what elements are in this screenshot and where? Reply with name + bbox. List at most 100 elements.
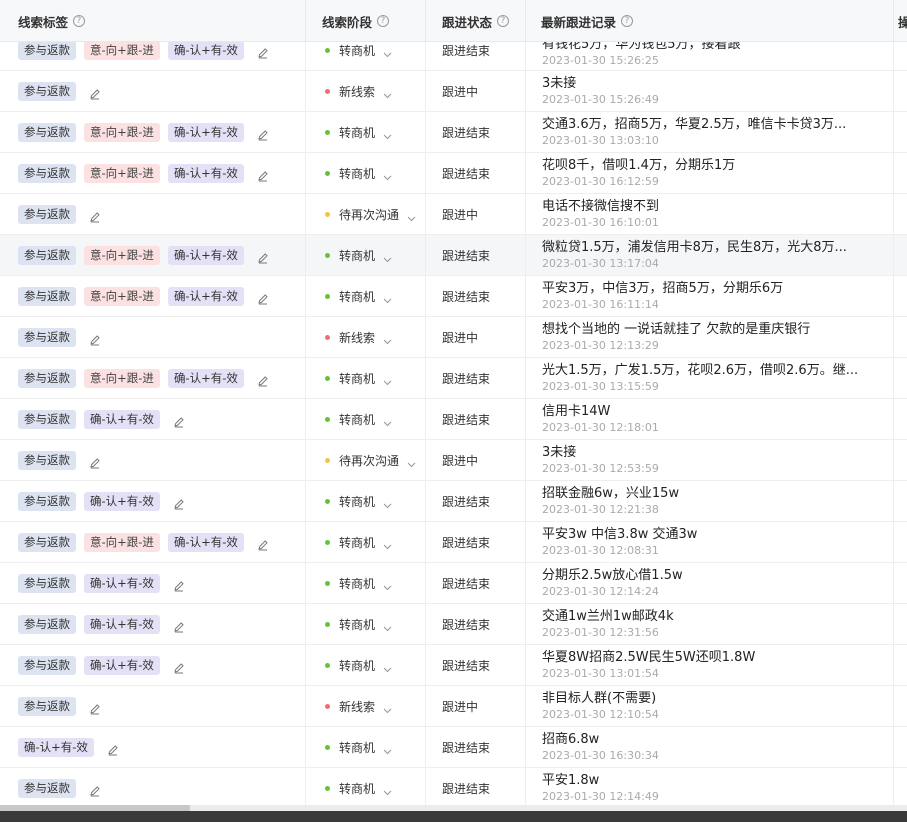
- chevron-down-icon[interactable]: [383, 252, 392, 263]
- lead-stage-select[interactable]: 转商机: [325, 768, 392, 808]
- edit-icon[interactable]: [173, 495, 185, 510]
- lead-stage-select[interactable]: 转商机: [325, 358, 392, 398]
- chevron-down-icon[interactable]: [383, 580, 392, 591]
- edit-icon[interactable]: [89, 85, 101, 100]
- lead-stage-select[interactable]: 转商机: [325, 153, 392, 193]
- latest-record-cell[interactable]: 招联金融6w，兴业15w 2023-01-30 12:21:38: [542, 485, 887, 517]
- table-row[interactable]: 参与返款 确-认+有-效 转商机 跟进结束 招联金融6w，兴业15w 2023-0…: [0, 481, 907, 522]
- lead-stage-select[interactable]: 转商机: [325, 645, 392, 685]
- edit-icon[interactable]: [173, 659, 185, 674]
- latest-record-cell[interactable]: 3未接 2023-01-30 12:53:59: [542, 444, 887, 476]
- chevron-down-icon[interactable]: [383, 785, 392, 796]
- table-row[interactable]: 参与返款 意-向+跟-进 确-认+有-效 转商机 跟进结束 花呗8千，借呗1.4万，…: [0, 153, 907, 194]
- latest-record-cell[interactable]: 华夏8W招商2.5W民生5W还呗1.8W 2023-01-30 13:01:54: [542, 649, 887, 681]
- latest-record-cell[interactable]: 3未接 2023-01-30 15:26:49: [542, 75, 887, 107]
- table-row[interactable]: 参与返款 意-向+跟-进 确-认+有-效 转商机 跟进结束 交通3.6万，招商5万，…: [0, 112, 907, 153]
- horizontal-scrollbar-thumb[interactable]: [0, 805, 190, 811]
- chevron-down-icon[interactable]: [383, 416, 392, 427]
- latest-record-cell[interactable]: 分期乐2.5w放心借1.5w 2023-01-30 12:14:24: [542, 567, 887, 599]
- lead-stage-select[interactable]: 新线索: [325, 317, 392, 357]
- chevron-down-icon[interactable]: [383, 498, 392, 509]
- table-row[interactable]: 参与返款 待再次沟通 跟进中 电话不接微信搜不到 2023-01-30 16:1…: [0, 194, 907, 235]
- col-header-lead-stage[interactable]: 线索阶段 ?: [322, 0, 390, 42]
- latest-record-cell[interactable]: 平安3万，中信3万，招商5万，分期乐6万 2023-01-30 16:11:14: [542, 280, 887, 312]
- lead-stage-select[interactable]: 转商机: [325, 727, 392, 767]
- lead-stage-select[interactable]: 转商机: [325, 42, 392, 64]
- latest-record-cell[interactable]: 花呗8千，借呗1.4万，分期乐1万 2023-01-30 16:12:59: [542, 157, 887, 189]
- table-row[interactable]: 参与返款 确-认+有-效 转商机 跟进结束 交通1w兰州1w邮政4k 2023-0…: [0, 604, 907, 645]
- edit-icon[interactable]: [173, 577, 185, 592]
- table-row[interactable]: 参与返款 确-认+有-效 转商机 跟进结束 信用卡14W 2023-01-30 1…: [0, 399, 907, 440]
- table-row[interactable]: 参与返款 意-向+跟-进 确-认+有-效 转商机 跟进结束 光大1.5万，广发1.5…: [0, 358, 907, 399]
- question-circle-icon[interactable]: ?: [621, 15, 634, 27]
- lead-stage-select[interactable]: 转商机: [325, 235, 392, 275]
- table-row[interactable]: 参与返款 意-向+跟-进 确-认+有-效 转商机 跟进结束 微粒贷1.5万，浦发信用…: [0, 235, 907, 276]
- chevron-down-icon[interactable]: [383, 375, 392, 386]
- lead-stage-select[interactable]: 转商机: [325, 563, 392, 603]
- latest-record-cell[interactable]: 平安1.8w 2023-01-30 12:14:49: [542, 772, 887, 804]
- latest-record-cell[interactable]: 非目标人群(不需要) 2023-01-30 12:10:54: [542, 690, 887, 722]
- edit-icon[interactable]: [257, 167, 269, 182]
- lead-stage-select[interactable]: 转商机: [325, 112, 392, 152]
- latest-record-cell[interactable]: 微粒贷1.5万，浦发信用卡8万，民生8万，光大8万... 2023-01-30 …: [542, 239, 887, 271]
- edit-icon[interactable]: [89, 454, 101, 469]
- chevron-down-icon[interactable]: [383, 334, 392, 345]
- table-row[interactable]: 参与返款 待再次沟通 跟进中 3未接 2023-01-30 12:53:59: [0, 440, 907, 481]
- question-circle-icon[interactable]: ?: [497, 15, 510, 27]
- lead-stage-select[interactable]: 转商机: [325, 276, 392, 316]
- edit-icon[interactable]: [107, 741, 119, 756]
- table-row[interactable]: 参与返款 新线索 跟进中 非目标人群(不需要) 2023-01-30 12:10…: [0, 686, 907, 727]
- edit-icon[interactable]: [257, 290, 269, 305]
- col-header-actions[interactable]: 操: [898, 0, 907, 42]
- lead-stage-select[interactable]: 转商机: [325, 399, 392, 439]
- col-header-follow-status[interactable]: 跟进状态 ?: [442, 0, 510, 42]
- lead-stage-select[interactable]: 转商机: [325, 481, 392, 521]
- col-header-latest-record[interactable]: 最新跟进记录 ?: [541, 0, 634, 42]
- question-circle-icon[interactable]: ?: [73, 15, 86, 27]
- chevron-down-icon[interactable]: [383, 539, 392, 550]
- lead-stage-select[interactable]: 新线索: [325, 686, 392, 726]
- edit-icon[interactable]: [173, 618, 185, 633]
- question-circle-icon[interactable]: ?: [377, 15, 390, 27]
- chevron-down-icon[interactable]: [383, 47, 392, 58]
- chevron-down-icon[interactable]: [383, 88, 392, 99]
- chevron-down-icon[interactable]: [383, 703, 392, 714]
- chevron-down-icon[interactable]: [407, 211, 416, 222]
- chevron-down-icon[interactable]: [383, 293, 392, 304]
- edit-icon[interactable]: [257, 44, 269, 59]
- edit-icon[interactable]: [257, 126, 269, 141]
- lead-stage-select[interactable]: 新线索: [325, 71, 392, 111]
- table-row[interactable]: 参与返款 意-向+跟-进 确-认+有-效 转商机 跟进结束 平安3万，中信3万，招商…: [0, 276, 907, 317]
- chevron-down-icon[interactable]: [383, 744, 392, 755]
- chevron-down-icon[interactable]: [407, 457, 416, 468]
- lead-stage-select[interactable]: 转商机: [325, 604, 392, 644]
- latest-record-cell[interactable]: 交通3.6万，招商5万，华夏2.5万，唯信卡卡贷3万... 2023-01-30…: [542, 116, 887, 148]
- latest-record-cell[interactable]: 交通1w兰州1w邮政4k 2023-01-30 12:31:56: [542, 608, 887, 640]
- table-row[interactable]: 参与返款 新线索 跟进中 想找个当地的 一说话就挂了 欠款的是重庆银行 2023…: [0, 317, 907, 358]
- lead-stage-select[interactable]: 转商机: [325, 522, 392, 562]
- table-row[interactable]: 确-认+有-效 转商机 跟进结束 招商6.8w 2023-01-30 16:30…: [0, 727, 907, 768]
- chevron-down-icon[interactable]: [383, 129, 392, 140]
- latest-record-cell[interactable]: 信用卡14W 2023-01-30 12:18:01: [542, 403, 887, 435]
- edit-icon[interactable]: [257, 249, 269, 264]
- table-row[interactable]: 参与返款 转商机 跟进结束 平安1.8w 2023-01-30 12:14:49: [0, 768, 907, 809]
- table-row[interactable]: 参与返款 意-向+跟-进 确-认+有-效 转商机 跟进结束 平安3w 中信3.8w …: [0, 522, 907, 563]
- lead-stage-select[interactable]: 待再次沟通: [325, 194, 416, 234]
- chevron-down-icon[interactable]: [383, 170, 392, 181]
- table-row[interactable]: 参与返款 意-向+跟-进 确-认+有-效 转商机 跟进结束 有钱花5万，华为钱包5万…: [0, 42, 907, 71]
- latest-record-cell[interactable]: 光大1.5万，广发1.5万，花呗2.6万，借呗2.6万。继... 2023-01…: [542, 362, 887, 394]
- latest-record-cell[interactable]: 平安3w 中信3.8w 交通3w 2023-01-30 12:08:31: [542, 526, 887, 558]
- edit-icon[interactable]: [89, 700, 101, 715]
- edit-icon[interactable]: [173, 413, 185, 428]
- edit-icon[interactable]: [257, 372, 269, 387]
- col-header-lead-tags[interactable]: 线索标签 ?: [18, 0, 86, 42]
- table-row[interactable]: 参与返款 确-认+有-效 转商机 跟进结束 华夏8W招商2.5W民生5W还呗1.8…: [0, 645, 907, 686]
- edit-icon[interactable]: [89, 782, 101, 797]
- edit-icon[interactable]: [257, 536, 269, 551]
- latest-record-cell[interactable]: 招商6.8w 2023-01-30 16:30:34: [542, 731, 887, 763]
- latest-record-cell[interactable]: 有钱花5万，华为钱包5万，接着跟 2023-01-30 15:26:25: [542, 42, 887, 68]
- lead-stage-select[interactable]: 待再次沟通: [325, 440, 416, 480]
- edit-icon[interactable]: [89, 331, 101, 346]
- table-row[interactable]: 参与返款 确-认+有-效 转商机 跟进结束 分期乐2.5w放心借1.5w 2023…: [0, 563, 907, 604]
- chevron-down-icon[interactable]: [383, 621, 392, 632]
